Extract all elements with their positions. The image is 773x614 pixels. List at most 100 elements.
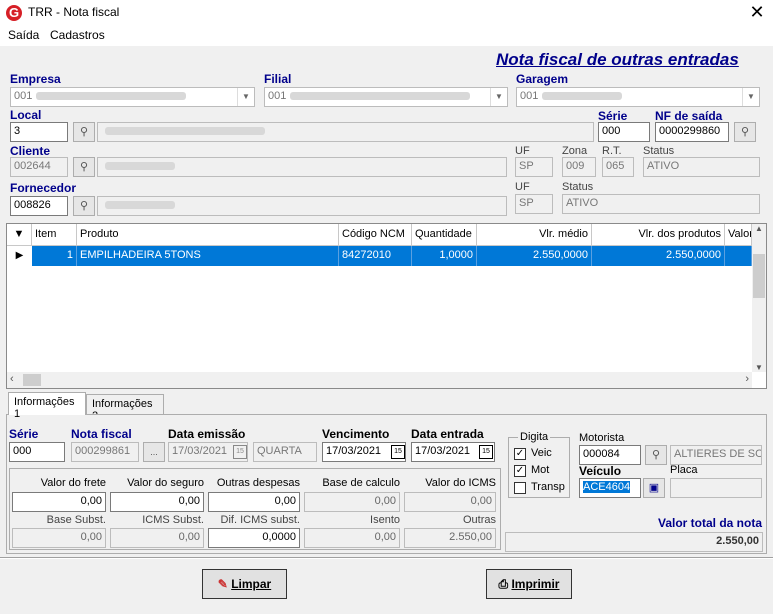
tab-informacoes-2[interactable]: Informações 2 — [86, 394, 164, 422]
vencimento-label: Vencimento — [322, 427, 390, 441]
chevron-down-icon: ▼ — [742, 88, 759, 106]
frete-input[interactable]: 0,00 — [12, 492, 106, 512]
table-cell-valor[interactable] — [725, 246, 752, 266]
valor-icms-value: 0,00 — [404, 492, 496, 512]
menu-cadastros[interactable]: Cadastros — [50, 28, 105, 42]
ellipsis-button[interactable]: ... — [143, 442, 165, 462]
cliente-status-label: Status — [643, 145, 675, 157]
limpar-button[interactable]: ✎ Limpar — [202, 569, 287, 599]
binoculars-icon[interactable]: ⚲ — [73, 122, 95, 142]
valor-total-value: 2.550,00 — [505, 532, 763, 552]
isento-label: Isento — [370, 514, 400, 526]
empresa-select[interactable]: 001 ▼ — [10, 87, 255, 107]
vencimento-value: 17/03/2021 — [326, 445, 382, 457]
base-calculo-value: 0,00 — [304, 492, 400, 512]
truck-icon[interactable]: ▣ — [643, 478, 665, 498]
table-cell-ncm[interactable]: 84272010 — [339, 246, 412, 266]
grid-header-ncm[interactable]: Código NCM — [339, 224, 412, 246]
fornecedor-label: Fornecedor — [10, 181, 77, 195]
base-subst-label: Base Subst. — [46, 514, 106, 526]
info-serie-input[interactable]: 000 — [9, 442, 65, 462]
binoculars-icon[interactable]: ⚲ — [645, 445, 667, 465]
grid-header-produto[interactable]: Produto — [77, 224, 339, 246]
grid-header-indicator[interactable]: ▼ — [7, 224, 32, 246]
nf-saida-input[interactable]: 0000299860 — [655, 122, 729, 142]
chevron-left-icon[interactable]: ‹ — [10, 373, 14, 385]
grid-header-valor[interactable]: Valor — [725, 224, 752, 246]
seguro-input[interactable]: 0,00 — [110, 492, 204, 512]
local-label: Local — [10, 108, 42, 122]
scrollbar-thumb[interactable] — [23, 374, 41, 386]
veiculo-value: ACE4604 — [583, 481, 631, 493]
veiculo-label: Veículo — [579, 464, 622, 478]
binoculars-icon[interactable]: ⚲ — [734, 122, 756, 142]
table-cell-item[interactable]: 1 — [32, 246, 77, 266]
scrollbar-thumb[interactable] — [753, 254, 765, 298]
filial-label: Filial — [264, 72, 292, 86]
transp-label: Transp — [531, 481, 565, 493]
motorista-input[interactable]: 000084 — [579, 445, 641, 465]
cliente-rt-label: R.T. — [602, 145, 622, 157]
grid-header-item[interactable]: Item — [32, 224, 77, 246]
data-emissao-value: 17/03/2021 — [172, 445, 228, 457]
fornecedor-status-label: Status — [562, 181, 594, 193]
chevron-down-icon[interactable]: ▼ — [752, 363, 766, 372]
dia-semana: QUARTA — [253, 442, 317, 462]
vertical-scrollbar[interactable]: ▲ ▼ — [752, 224, 766, 372]
tab-informacoes-1[interactable]: Informações 1 — [8, 392, 86, 420]
limpar-label: Limpar — [231, 577, 272, 591]
table-cell-vlr-medio[interactable]: 2.550,0000 — [477, 246, 592, 266]
eraser-icon: ✎ — [217, 577, 228, 591]
valor-total-label: Valor total da nota — [657, 516, 762, 530]
grid-header-vlr-medio[interactable]: Vlr. médio — [477, 224, 592, 246]
table-cell-vlr-produtos[interactable]: 2.550,0000 — [592, 246, 725, 266]
mot-checkbox[interactable]: ✓ — [514, 465, 526, 477]
binoculars-icon[interactable]: ⚲ — [73, 196, 95, 216]
grid-header-vlr-produtos[interactable]: Vlr. dos produtos — [592, 224, 725, 246]
serie-input[interactable]: 000 — [598, 122, 650, 142]
calendar-icon[interactable]: 15 — [391, 445, 405, 459]
base-subst-value: 0,00 — [12, 528, 106, 548]
fornecedor-input[interactable]: 008826 — [10, 196, 68, 216]
nf-saida-label: NF de saída — [655, 109, 723, 123]
outras-value: 2.550,00 — [404, 528, 496, 548]
close-icon[interactable]: ✕ — [744, 1, 770, 23]
nota-fiscal-label: Nota fiscal — [71, 427, 132, 441]
transp-checkbox[interactable] — [514, 482, 526, 494]
items-grid[interactable]: ▼ Item Produto Código NCM Quantidade Vlr… — [6, 223, 767, 389]
local-input[interactable]: 3 — [10, 122, 68, 142]
imprimir-button[interactable]: ⎙ Imprimir — [486, 569, 572, 599]
row-pointer-icon: ▶ — [7, 246, 33, 266]
filial-select[interactable]: 001 ▼ — [264, 87, 508, 107]
calendar-icon[interactable]: 15 — [479, 445, 493, 459]
isento-value: 0,00 — [304, 528, 400, 548]
horizontal-scrollbar[interactable]: ‹ › — [7, 372, 752, 388]
cliente-uf: SP — [515, 157, 553, 177]
veiculo-input[interactable]: ACE4604 — [579, 478, 641, 498]
veic-label: Veic — [531, 447, 552, 459]
blurred-text — [105, 162, 175, 171]
veic-checkbox[interactable]: ✓ — [514, 448, 526, 460]
calendar-icon[interactable]: 15 — [233, 445, 247, 459]
table-cell-quantidade[interactable]: 1,0000 — [412, 246, 477, 266]
blurred-text — [105, 127, 265, 136]
cliente-uf-label: UF — [515, 145, 530, 157]
menu-bar — [0, 26, 773, 46]
base-calculo-label: Base de calculo — [322, 477, 400, 489]
seguro-label: Valor do seguro — [127, 477, 204, 489]
motorista-label: Motorista — [579, 432, 625, 444]
digita-title: Digita — [518, 431, 551, 443]
empresa-label: Empresa — [10, 72, 61, 86]
garagem-select[interactable]: 001 ▼ — [516, 87, 760, 107]
binoculars-icon[interactable]: ⚲ — [73, 157, 95, 177]
menu-saida[interactable]: Saída — [8, 28, 39, 42]
dif-icms-input[interactable]: 0,0000 — [208, 528, 300, 548]
garagem-value: 001 — [520, 90, 539, 102]
chevron-right-icon[interactable]: › — [745, 373, 749, 385]
fornecedor-status: ATIVO — [562, 194, 760, 214]
chevron-up-icon[interactable]: ▲ — [752, 224, 766, 233]
despesas-input[interactable]: 0,00 — [208, 492, 300, 512]
table-cell-produto[interactable]: EMPILHADEIRA 5TONS — [77, 246, 339, 266]
grid-header-quantidade[interactable]: Quantidade — [412, 224, 477, 246]
dif-icms-label: Dif. ICMS subst. — [220, 514, 300, 526]
